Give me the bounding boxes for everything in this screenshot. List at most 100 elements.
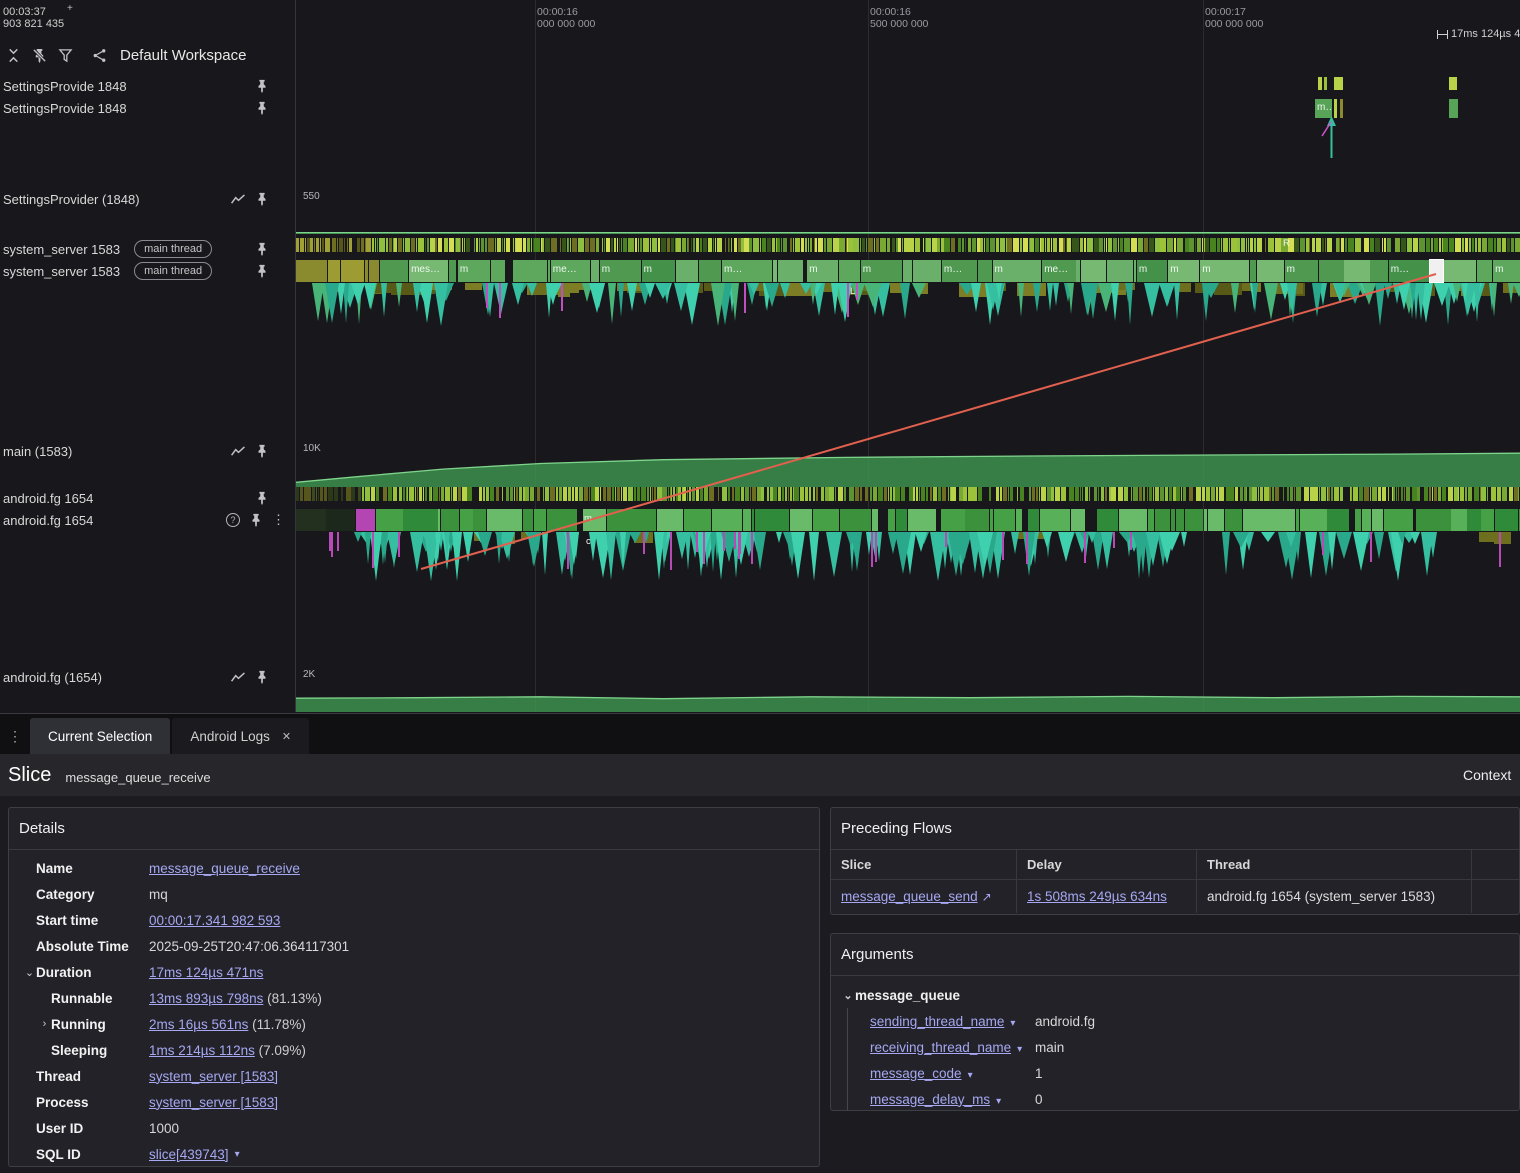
chart-icon[interactable] (230, 194, 246, 205)
counter-chart-main[interactable] (296, 440, 1520, 487)
track-name: android.fg 1654 (3, 512, 94, 528)
counter-chart-settingsprovider[interactable] (296, 188, 1520, 234)
chart-icon[interactable] (230, 672, 246, 683)
name-link[interactable]: message_queue_receive (149, 861, 300, 876)
mini-slice[interactable] (1334, 99, 1337, 118)
thread-state-track-android-fg[interactable] (296, 532, 1520, 604)
argument-group-row[interactable]: ⌄ message_queue (831, 982, 1519, 1008)
selected-slice[interactable] (1429, 259, 1444, 283)
track-name: main (1583) (3, 443, 73, 459)
pin-icon[interactable] (249, 513, 263, 527)
track-name: SettingsProvide 1848 (3, 100, 127, 116)
mini-slice[interactable] (1449, 77, 1457, 90)
range-bracket-icon (1437, 29, 1448, 39)
mini-slice[interactable] (1324, 77, 1327, 90)
start-time-link[interactable]: 00:00:17.341 982 593 (149, 913, 280, 928)
time-tick-3: 00:00:17 000 000 000 (1205, 6, 1264, 30)
running-link[interactable]: 2ms 16µs 561ns (149, 1017, 248, 1032)
dropdown-caret-icon[interactable]: ▾ (235, 1149, 240, 1160)
track-row-android-fg-a[interactable]: android.fg 1654 (0, 487, 295, 509)
pin-icon[interactable] (255, 444, 269, 458)
track-row-settingsprovider-counter[interactable]: SettingsProvider (1848) (0, 188, 295, 210)
thread-link[interactable]: system_server [1583] (149, 1069, 278, 1084)
pin-icon[interactable] (255, 101, 269, 115)
slice-track-android-fg-b[interactable] (296, 509, 1520, 531)
track-row-system-server-b[interactable]: system_server 1583 main thread (0, 260, 295, 282)
selection-kind: Slice (8, 763, 52, 786)
mini-slice[interactable]: m… (1315, 99, 1332, 118)
mini-slice[interactable] (1340, 99, 1343, 118)
unpin-all-icon[interactable] (32, 48, 47, 63)
argument-key-link[interactable]: message_code (870, 1066, 962, 1081)
kebab-menu-icon[interactable]: ⋮ (272, 513, 285, 527)
flow-delay-link[interactable]: 1s 508ms 249µs 634ns (1027, 889, 1167, 904)
slice-micro-label: L (850, 286, 856, 297)
detail-row-runnable: Runnable 13ms 893µs 798ns (81.13%) (51, 990, 322, 1006)
track-row-android-fg-b[interactable]: android.fg 1654 ? ⋮ (0, 509, 295, 531)
collapse-all-icon[interactable] (6, 48, 21, 63)
preceding-flows-card: Preceding Flows Slice Delay Thread messa… (830, 807, 1520, 915)
track-name: android.fg (1654) (3, 669, 103, 685)
col-delay: Delay (1016, 850, 1196, 879)
col-extra (1471, 850, 1519, 879)
argument-key-link[interactable]: receiving_thread_name (870, 1040, 1011, 1055)
pin-icon[interactable] (255, 264, 269, 278)
track-row-main-counter[interactable]: main (1583) (0, 440, 295, 462)
chevron-down-icon[interactable]: ⌄ (841, 989, 855, 1002)
chart-icon[interactable] (230, 446, 246, 457)
filter-icon[interactable] (58, 48, 73, 63)
track-row-settingsprovide-a[interactable]: SettingsProvide 1848 (0, 75, 295, 97)
argument-row-receiving-thread: receiving_thread_name ▾ main (848, 1034, 1519, 1060)
slice-track-android-fg-a[interactable] (296, 487, 1520, 501)
pin-icon[interactable] (255, 192, 269, 206)
mini-slice[interactable] (1318, 77, 1322, 90)
sleeping-link[interactable]: 1ms 214µs 112ns (149, 1043, 255, 1058)
argument-key-link[interactable]: sending_thread_name (870, 1014, 1004, 1029)
track-row-system-server-a[interactable]: system_server 1583 main thread (0, 238, 295, 260)
pin-icon[interactable] (255, 242, 269, 256)
argument-value: 1 (1035, 1065, 1043, 1081)
argument-key-link[interactable]: message_delay_ms (870, 1092, 990, 1107)
pin-icon[interactable] (255, 79, 269, 93)
duration-link[interactable]: 17ms 124µs 471ns (149, 965, 263, 980)
thread-state-track-system-server[interactable] (296, 283, 1520, 335)
slice-track-system-server-a[interactable] (296, 238, 1520, 252)
flow-thread-text: android.fg 1654 (system_server 1583) (1196, 880, 1471, 913)
track-name: system_server 1583 (3, 241, 121, 257)
mini-slice[interactable] (1449, 99, 1458, 118)
flow-slice-link[interactable]: message_queue_send (841, 889, 978, 904)
open-in-new-icon[interactable]: ↗ (982, 890, 992, 904)
workspace-title[interactable]: Default Workspace (120, 47, 246, 64)
runnable-link[interactable]: 13ms 893µs 798ns (149, 991, 263, 1006)
dropdown-caret-icon[interactable]: ▾ (1010, 1018, 1015, 1029)
detail-row-name: Name message_queue_receive (36, 860, 300, 876)
chevron-right-icon[interactable]: › (38, 1018, 51, 1030)
help-icon[interactable]: ? (226, 513, 240, 527)
tab-current-selection[interactable]: Current Selection (30, 718, 171, 754)
counter-chart-android-fg[interactable] (296, 666, 1520, 712)
context-button[interactable]: Context (1463, 754, 1520, 796)
gridline (868, 0, 869, 712)
slice-micro-label: m (584, 513, 592, 524)
perfetto-trace-viewer: 00:03:37 903 821 435 + 00:00:16 000 000 00… (0, 0, 1520, 1173)
pin-icon[interactable] (255, 670, 269, 684)
dropdown-caret-icon[interactable]: ▾ (1017, 1044, 1022, 1055)
process-link[interactable]: system_server [1583] (149, 1095, 278, 1110)
tab-menu-icon[interactable]: ⋮ (0, 728, 30, 754)
preceding-flows-title: Preceding Flows (831, 808, 1519, 850)
dropdown-caret-icon[interactable]: ▾ (968, 1070, 973, 1081)
tab-android-logs[interactable]: Android Logs ✕ (172, 718, 310, 754)
sql-id-link[interactable]: slice[439743] (149, 1147, 229, 1162)
track-row-android-fg-counter[interactable]: android.fg (1654) (0, 666, 295, 688)
track-panel-divider[interactable] (295, 0, 296, 712)
slice-track-system-server-b[interactable]: mes…mme…mmm…mmm…mme…mmmmm…mm (296, 260, 1520, 282)
detail-row-user-id: User ID 1000 (36, 1120, 180, 1136)
close-icon[interactable]: ✕ (282, 730, 291, 743)
chevron-down-icon[interactable]: ⌄ (23, 966, 36, 979)
dropdown-caret-icon[interactable]: ▾ (996, 1096, 1001, 1107)
argument-row-message-delay: message_delay_ms ▾ 0 (848, 1086, 1519, 1110)
flow-extra (1471, 880, 1519, 913)
track-row-settingsprovide-b[interactable]: SettingsProvide 1848 (0, 97, 295, 119)
pin-icon[interactable] (255, 491, 269, 505)
mini-slice[interactable] (1334, 77, 1343, 90)
